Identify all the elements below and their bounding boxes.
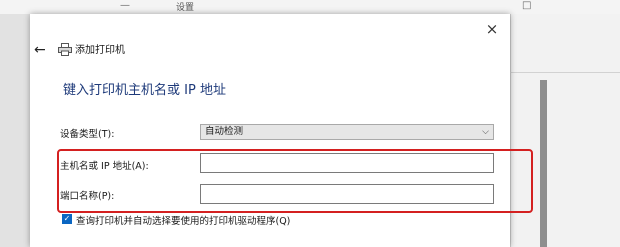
- background-window-title: 设置: [176, 3, 195, 13]
- close-button[interactable]: ×: [482, 20, 502, 38]
- back-arrow-icon[interactable]: ←: [34, 42, 52, 58]
- background-maximize-icon[interactable]: □: [522, 0, 531, 11]
- port-name-label: 端口名称(P):: [60, 191, 115, 202]
- chevron-down-icon: ⌵: [482, 127, 489, 137]
- query-printer-checkbox-label[interactable]: 查询打印机并自动选择要使用的打印机驱动程序(Q): [76, 213, 290, 227]
- background-minimize-icon[interactable]: —: [120, 0, 130, 11]
- query-printer-checkbox[interactable]: ✓: [62, 214, 72, 224]
- device-type-label: 设备类型(T):: [60, 129, 115, 140]
- background-title-bar: 设置 — □: [0, 0, 620, 15]
- background-divider: [510, 72, 620, 73]
- device-type-value: 自动检测: [205, 126, 244, 137]
- dialog-title: 添加打印机: [75, 45, 125, 56]
- hostname-label: 主机名或 IP 地址(A):: [60, 161, 149, 172]
- port-name-input[interactable]: [200, 184, 494, 204]
- add-printer-dialog: × ← 添加打印机 键入打印机主机名或 IP 地址 设备类型(T): 自动检测 …: [30, 14, 533, 247]
- device-type-select[interactable]: 自动检测 ⌵: [200, 124, 494, 140]
- background-scrollbar[interactable]: [540, 80, 547, 247]
- background-left-pane: [0, 14, 30, 247]
- page-heading: 键入打印机主机名或 IP 地址: [63, 83, 226, 98]
- printer-icon: [58, 43, 72, 56]
- hostname-input[interactable]: [200, 153, 494, 173]
